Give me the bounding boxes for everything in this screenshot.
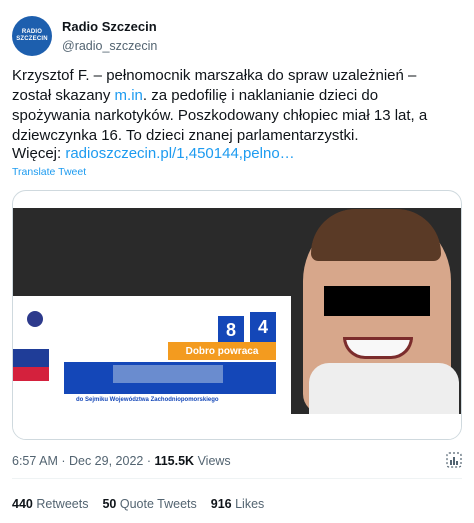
quotes-count: 50 bbox=[102, 497, 117, 511]
ballot-number-4: 4 bbox=[250, 312, 276, 342]
blurred-name bbox=[113, 365, 223, 383]
display-name[interactable]: Radio Szczecin bbox=[62, 19, 157, 35]
censor-bar bbox=[324, 286, 430, 316]
article-link[interactable]: radioszczecin.pl/1,450144,pelno… bbox=[65, 145, 294, 162]
tweet-date[interactable]: Dec 29, 2022 bbox=[69, 454, 143, 468]
sejmik-text: do Sejmiku Województwa Zachodniopomorski… bbox=[76, 397, 219, 403]
avatar-text-1: RADIO bbox=[21, 29, 43, 35]
more-line: Więcej: radioszczecin.pl/1,450144,pelno… bbox=[12, 144, 295, 164]
more-label: Więcej: bbox=[12, 145, 66, 162]
tweet-meta: 6:57 AM · Dec 29, 2022 · 115.5K Views bbox=[12, 454, 231, 468]
tweet-media[interactable]: 8 4 Dobro powraca do Sejmiku Województwa… bbox=[12, 190, 462, 440]
avatar-text-2: SZCZECIN bbox=[16, 36, 48, 42]
likes-count: 916 bbox=[210, 497, 232, 511]
retweets-label: Retweets bbox=[36, 497, 89, 511]
quote-tweets-stat[interactable]: 50 Quote Tweets bbox=[102, 497, 196, 511]
account-handle[interactable]: @radio_szczecin bbox=[62, 38, 157, 54]
banner-heading: Dobro powraca bbox=[168, 342, 276, 360]
tweet-inline-link[interactable]: m.in bbox=[115, 87, 143, 104]
ballot-number-8: 8 bbox=[218, 316, 244, 344]
eu-flag-icon bbox=[13, 349, 49, 369]
tweet-card: RADIO SZCZECIN Radio Szczecin @radio_szc… bbox=[0, 0, 474, 523]
views-count: 115.5K bbox=[154, 454, 195, 468]
retweets-stat[interactable]: 440 Retweets bbox=[12, 497, 88, 511]
account-names: Radio Szczecin @radio_szczecin bbox=[62, 19, 157, 54]
tweet-time[interactable]: 6:57 AM bbox=[12, 454, 58, 468]
photo-smile bbox=[343, 337, 413, 359]
poland-flag-icon bbox=[13, 367, 49, 381]
views-label: Views bbox=[197, 454, 231, 468]
photo-shirt bbox=[309, 363, 459, 414]
party-logo-icon bbox=[27, 311, 43, 327]
tweet-header: RADIO SZCZECIN Radio Szczecin @radio_szc… bbox=[12, 14, 157, 58]
translate-tweet-link[interactable]: Translate Tweet bbox=[12, 166, 86, 178]
divider-top bbox=[12, 478, 462, 479]
likes-label: Likes bbox=[235, 497, 265, 511]
tweet-text: Krzysztof F. – pełnomocnik marszałka do … bbox=[12, 66, 452, 146]
avatar[interactable]: RADIO SZCZECIN bbox=[12, 16, 52, 56]
photo-hair-top bbox=[311, 209, 441, 261]
retweets-count: 440 bbox=[12, 497, 33, 511]
likes-stat[interactable]: 916 Likes bbox=[211, 497, 265, 511]
analytics-icon[interactable] bbox=[446, 452, 462, 468]
media-bottom-strip bbox=[13, 414, 461, 439]
quotes-label: Quote Tweets bbox=[119, 497, 197, 511]
tweet-stats: 440 Retweets 50 Quote Tweets 916 Likes bbox=[12, 497, 278, 511]
